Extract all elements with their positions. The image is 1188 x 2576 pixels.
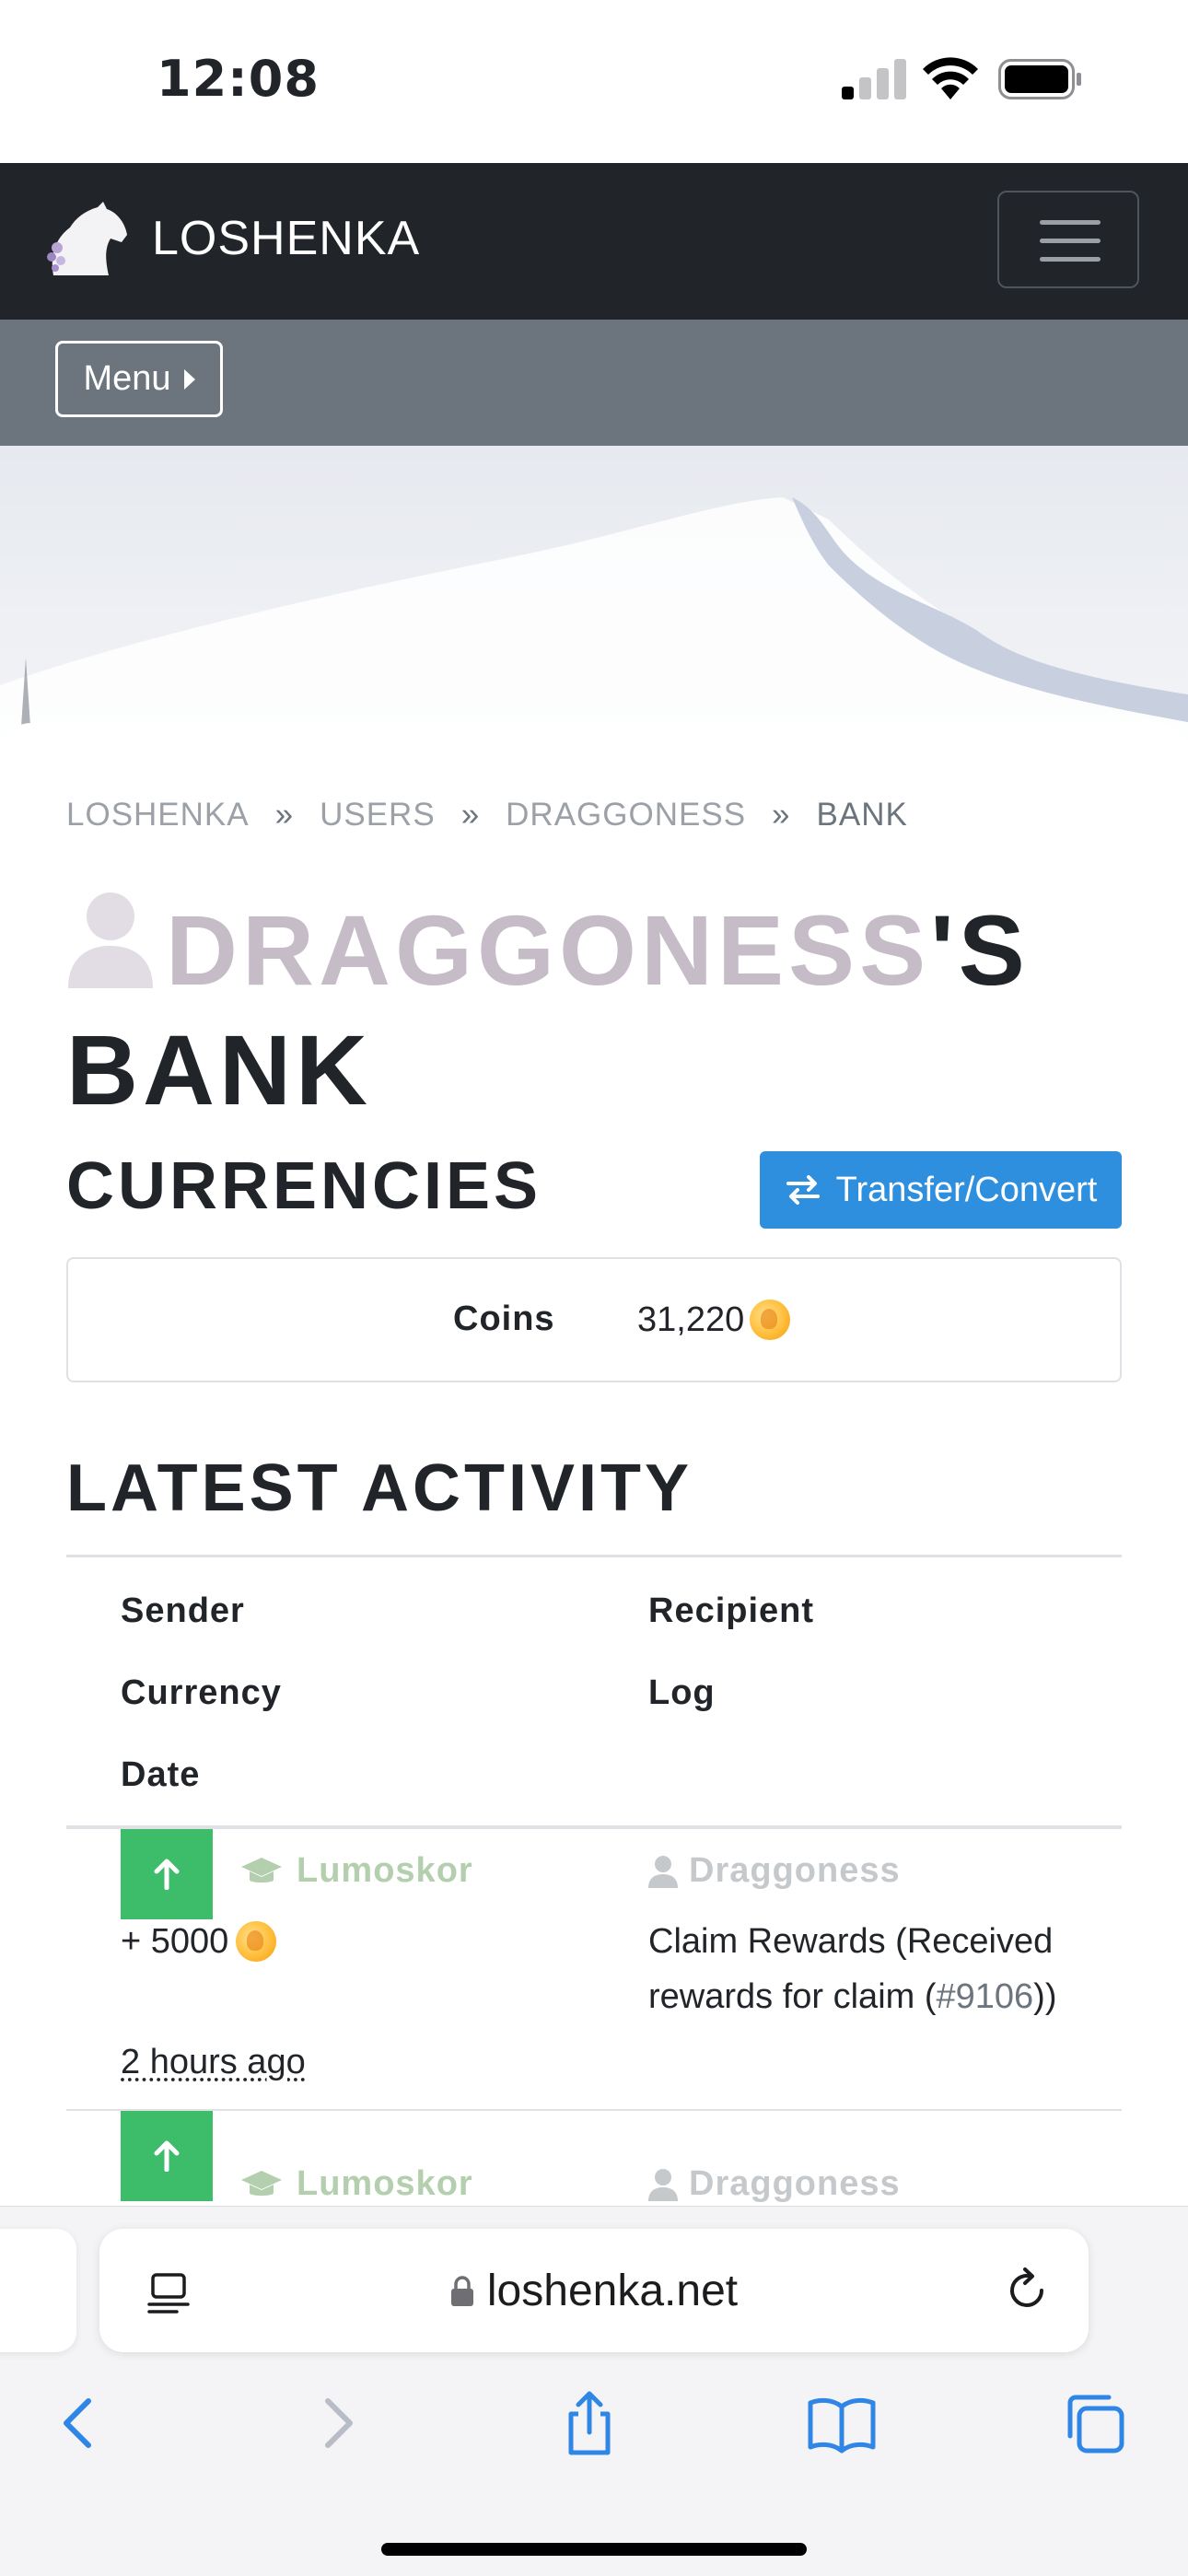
mountain-banner-image bbox=[0, 497, 1188, 740]
sender-link[interactable]: Lumoskor bbox=[239, 1851, 473, 1891]
menu-button-label: Menu bbox=[83, 359, 171, 398]
breadcrumb-separator: » bbox=[772, 797, 791, 833]
graduation-cap-icon bbox=[241, 2170, 282, 2196]
user-icon bbox=[648, 2168, 678, 2201]
sender-name: Lumoskor bbox=[297, 2164, 473, 2203]
currency-label: Coins bbox=[453, 1300, 555, 1338]
currency-amount: 31,220 bbox=[637, 1300, 745, 1339]
hamburger-icon bbox=[1040, 220, 1101, 225]
hero-banner bbox=[0, 446, 1188, 740]
currency-value: 31,220 bbox=[637, 1300, 791, 1340]
row-divider bbox=[66, 2109, 1122, 2111]
browser-toolbar: loshenka.net bbox=[0, 2206, 1188, 2576]
breadcrumb-item-draggoness[interactable]: DRAGGONESS bbox=[506, 797, 746, 833]
user-icon bbox=[68, 892, 153, 988]
wifi-icon bbox=[923, 57, 978, 99]
transfer-arrows-icon bbox=[786, 1175, 820, 1205]
column-header-sender: Sender bbox=[121, 1591, 245, 1630]
recipient-name: Draggoness bbox=[689, 2164, 901, 2203]
hamburger-menu-button[interactable] bbox=[997, 191, 1139, 288]
breadcrumb-item-loshenka[interactable]: LOSHENKA bbox=[66, 797, 250, 833]
forward-icon[interactable] bbox=[300, 2386, 374, 2460]
share-icon[interactable] bbox=[553, 2386, 626, 2460]
caret-right-icon bbox=[183, 368, 195, 390]
coin-icon bbox=[750, 1300, 791, 1340]
status-bar: 12:08 bbox=[0, 0, 1188, 163]
recipient-link[interactable]: Draggoness bbox=[648, 2164, 901, 2204]
horse-logo-icon[interactable] bbox=[44, 202, 129, 279]
previous-tab-preview[interactable] bbox=[0, 2229, 76, 2352]
breadcrumb: LOSHENKA » USERS » DRAGGONESS » BANK bbox=[66, 797, 908, 833]
battery-icon bbox=[998, 59, 1081, 99]
page-title-suffix: 'S bbox=[930, 894, 1030, 1006]
lock-icon bbox=[450, 2276, 473, 2306]
graduation-cap-icon bbox=[241, 1857, 282, 1882]
sub-navbar: Menu bbox=[0, 320, 1188, 446]
column-header-recipient: Recipient bbox=[648, 1591, 815, 1630]
back-icon[interactable] bbox=[42, 2386, 116, 2460]
arrow-up-icon bbox=[154, 1859, 180, 1890]
breadcrumb-separator: » bbox=[274, 797, 295, 833]
activity-date: 2 hours ago bbox=[121, 2043, 306, 2081]
user-icon bbox=[648, 1855, 678, 1888]
sender-name: Lumoskor bbox=[297, 1851, 473, 1890]
column-header-date: Date bbox=[121, 1755, 201, 1794]
currency-table: Coins 31,220 bbox=[66, 1257, 1122, 1382]
transfer-convert-label: Transfer/Convert bbox=[835, 1170, 1098, 1209]
content-card: LOSHENKA » USERS » DRAGGONESS » BANK DRA… bbox=[0, 723, 1188, 2206]
arrow-up-badge bbox=[121, 1829, 213, 1919]
breadcrumb-item-bank: BANK bbox=[816, 797, 908, 833]
status-time: 12:08 bbox=[157, 50, 320, 108]
claim-link[interactable]: #9106 bbox=[937, 1977, 1034, 2016]
column-header-currency: Currency bbox=[121, 1673, 282, 1712]
page-title-username[interactable]: DRAGGONESS bbox=[166, 894, 930, 1006]
arrow-up-icon bbox=[154, 2140, 180, 2172]
address-bar[interactable]: loshenka.net bbox=[99, 2229, 1089, 2352]
arrow-up-badge bbox=[121, 2111, 213, 2201]
breadcrumb-separator: » bbox=[460, 797, 481, 833]
recipient-name: Draggoness bbox=[689, 1851, 901, 1890]
menu-button[interactable]: Menu bbox=[55, 341, 223, 417]
tabs-icon[interactable] bbox=[1057, 2386, 1131, 2460]
navbar: LOSHENKA bbox=[0, 163, 1188, 320]
latest-activity-heading: LATEST ACTIVITY bbox=[66, 1451, 693, 1525]
recipient-link[interactable]: Draggoness bbox=[648, 1851, 901, 1891]
url-display[interactable]: loshenka.net bbox=[99, 2266, 1089, 2316]
log-text: Claim Rewards (Received rewards for clai… bbox=[648, 1922, 1057, 2016]
coin-icon bbox=[236, 1921, 277, 1962]
table-header-divider bbox=[66, 1825, 1122, 1829]
page-title: DRAGGONESS'S BANK bbox=[66, 889, 1135, 1130]
cellular-signal-icon bbox=[842, 59, 906, 99]
brand-name[interactable]: LOSHENKA bbox=[152, 211, 420, 266]
home-indicator[interactable] bbox=[381, 2543, 807, 2556]
breadcrumb-item-users[interactable]: USERS bbox=[320, 797, 436, 833]
url-text: loshenka.net bbox=[486, 2267, 739, 2315]
column-header-log: Log bbox=[648, 1673, 716, 1712]
transfer-convert-button[interactable]: Transfer/Convert bbox=[760, 1151, 1122, 1229]
sender-link[interactable]: Lumoskor bbox=[239, 2164, 473, 2204]
amount-value: + 5000 bbox=[121, 1921, 229, 1961]
page-title-line2: BANK bbox=[66, 1014, 372, 1125]
amount: + 5000 bbox=[121, 1921, 277, 1962]
reload-icon[interactable] bbox=[1002, 2266, 1052, 2315]
bookmarks-icon[interactable] bbox=[805, 2386, 879, 2460]
currencies-heading: CURRENCIES bbox=[66, 1149, 542, 1223]
table-top-divider bbox=[66, 1555, 1122, 1557]
